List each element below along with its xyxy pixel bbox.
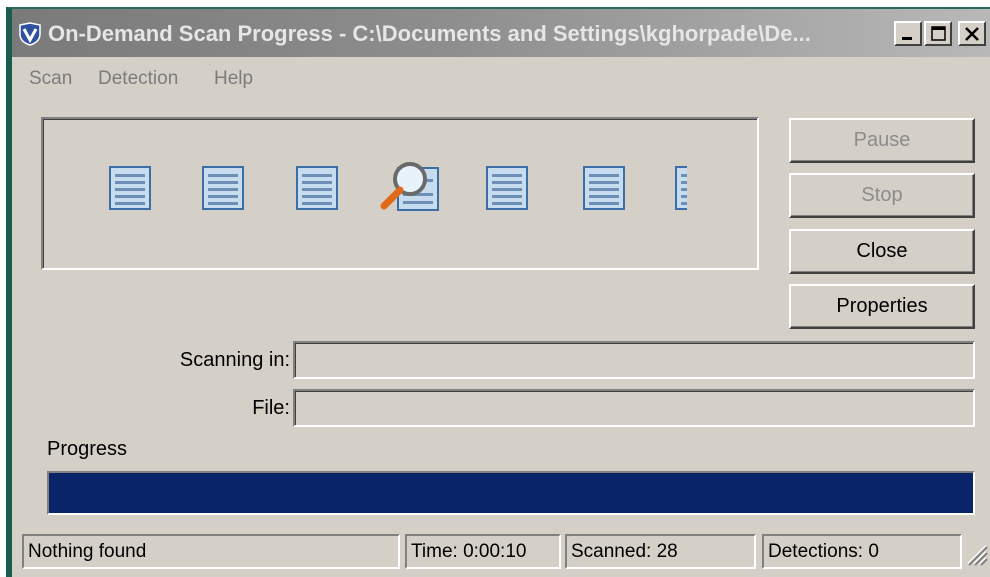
scanning-in-label: Scanning in: <box>179 349 290 371</box>
properties-button[interactable]: Properties <box>789 284 975 329</box>
progress-fill <box>49 473 973 513</box>
close-window-button[interactable] <box>958 21 986 46</box>
menu-help[interactable]: Help <box>214 64 253 94</box>
menu-detection[interactable]: Detection <box>98 64 178 94</box>
document-icon <box>109 166 151 210</box>
maximize-button[interactable] <box>924 21 952 46</box>
document-icon <box>202 166 244 210</box>
document-icon <box>296 166 338 210</box>
title-bar[interactable]: On-Demand Scan Progress - C:\Documents a… <box>12 9 990 57</box>
status-time: Time: 0:00:10 <box>405 534 561 569</box>
stop-button[interactable]: Stop <box>789 173 975 218</box>
scan-animation-panel <box>41 117 759 270</box>
document-icon <box>583 166 625 210</box>
status-bar: Nothing found Time: 0:00:10 Scanned: 28 … <box>12 534 990 574</box>
scanning-in-field <box>293 341 975 379</box>
menu-scan[interactable]: Scan <box>29 64 72 94</box>
file-field <box>293 389 975 427</box>
file-label: File: <box>252 397 290 419</box>
minimize-button[interactable] <box>894 21 922 46</box>
progress-label: Progress <box>47 438 128 460</box>
pause-button[interactable]: Pause <box>789 118 975 163</box>
close-button[interactable]: Close <box>789 229 975 274</box>
minimize-icon <box>902 37 912 40</box>
document-icon <box>486 166 528 210</box>
magnifier-icon <box>380 162 439 211</box>
mcafee-shield-icon[interactable] <box>18 22 42 46</box>
document-icon <box>675 166 687 210</box>
progress-bar <box>47 471 975 515</box>
status-detections: Detections: 0 <box>762 534 962 569</box>
window-title: On-Demand Scan Progress - C:\Documents a… <box>48 21 811 46</box>
maximize-icon <box>931 26 946 41</box>
status-message: Nothing found <box>22 534 400 569</box>
resize-grip-icon[interactable] <box>962 540 988 566</box>
status-scanned: Scanned: 28 <box>565 534 756 569</box>
close-icon <box>965 27 979 41</box>
scan-progress-window: On-Demand Scan Progress - C:\Documents a… <box>6 7 990 577</box>
